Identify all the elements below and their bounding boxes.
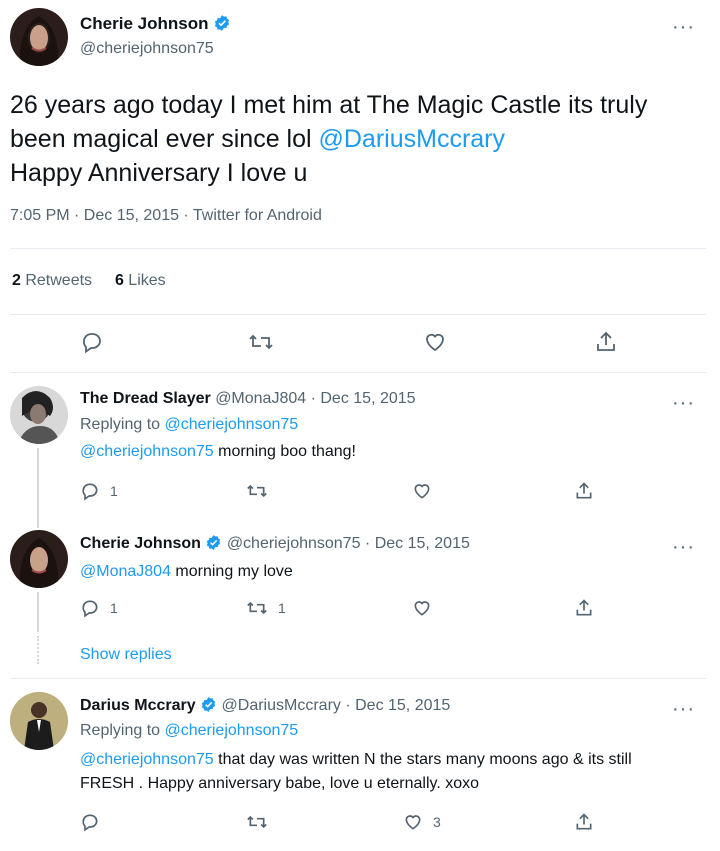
likes-label: Likes: [123, 272, 166, 289]
reply-button[interactable]: [80, 330, 104, 354]
tweet-text-tail: Happy Anniversary I love u: [10, 159, 308, 187]
retweet-button[interactable]: 1: [246, 598, 286, 618]
more-icon[interactable]: ···: [672, 17, 695, 37]
reply-button[interactable]: 1: [80, 481, 118, 501]
reply-button[interactable]: [80, 812, 110, 832]
retweet-count: 1: [278, 600, 286, 616]
retweet-icon: [247, 601, 267, 615]
share-icon: [576, 599, 592, 616]
mention-link[interactable]: @DariusMccrary: [319, 125, 506, 153]
divider: [10, 314, 706, 315]
reply-icon: [82, 600, 98, 618]
like-button[interactable]: 3: [403, 812, 441, 832]
avatar-dread-slayer[interactable]: [10, 386, 68, 444]
replying-to-label: Replying to: [80, 416, 165, 433]
retweet-button[interactable]: [248, 330, 274, 354]
reply-icon: [82, 814, 98, 832]
like-button[interactable]: [412, 481, 442, 501]
reply-handle-date[interactable]: @MonaJ804 · Dec 15, 2015: [215, 390, 415, 407]
retweet-icon: [249, 334, 273, 350]
reply-author-name[interactable]: Darius Mccrary: [80, 697, 196, 714]
reply-text-body: morning boo thang!: [213, 443, 356, 460]
like-button[interactable]: [412, 598, 442, 618]
share-icon: [576, 482, 592, 499]
like-count: 3: [433, 814, 441, 830]
reply-button[interactable]: 1: [80, 598, 118, 618]
retweet-icon: [247, 815, 267, 829]
reply-text: @cheriejohnson75 morning boo thang!: [80, 440, 356, 464]
reply-icon: [83, 333, 101, 354]
divider: [10, 678, 706, 679]
reply-count: 1: [110, 483, 118, 499]
share-button[interactable]: [574, 598, 594, 618]
tweet-timestamp[interactable]: 7:05 PM · Dec 15, 2015 · Twitter for And…: [10, 207, 322, 225]
like-button[interactable]: [423, 330, 447, 354]
reply-author-name[interactable]: The Dread Slayer: [80, 390, 211, 407]
avatar-cherie-johnson[interactable]: [10, 8, 68, 66]
replying-to-link[interactable]: @cheriejohnson75: [165, 416, 299, 433]
thread-line: [37, 448, 39, 528]
retweets-stat[interactable]: 2 Retweets: [12, 272, 92, 289]
replying-to-link[interactable]: @cheriejohnson75: [165, 722, 299, 739]
show-replies-link[interactable]: Show replies: [80, 646, 172, 664]
author-handle[interactable]: @cheriejohnson75: [80, 40, 214, 58]
replying-to: Replying to @cheriejohnson75: [80, 416, 298, 434]
share-button[interactable]: [594, 330, 618, 354]
share-button[interactable]: [574, 812, 594, 832]
likes-stat[interactable]: 6 Likes: [115, 272, 166, 289]
share-icon: [597, 331, 615, 351]
verified-badge-icon: [201, 697, 216, 712]
share-icon: [576, 813, 592, 830]
mention-link[interactable]: @cheriejohnson75: [80, 751, 214, 768]
share-button[interactable]: [574, 481, 594, 501]
avatar-darius-mccrary[interactable]: [10, 692, 68, 750]
more-icon[interactable]: ···: [672, 699, 695, 719]
reply-text-body: morning my love: [170, 563, 293, 580]
reply-header: The Dread Slayer @MonaJ804 · Dec 15, 201…: [80, 390, 416, 408]
reply-header: Cherie Johnson @cheriejohnson75 · Dec 15…: [80, 534, 470, 553]
tweet-stats: 2 Retweets 6 Likes: [12, 272, 166, 290]
reply-count: 1: [110, 600, 118, 616]
retweets-count: 2: [12, 272, 21, 289]
like-icon: [405, 815, 421, 830]
like-icon: [414, 484, 430, 499]
reply-text: @MonaJ804 morning my love: [80, 560, 293, 584]
more-icon[interactable]: ···: [672, 537, 695, 557]
reply-handle-date[interactable]: @cheriejohnson75 · Dec 15, 2015: [227, 535, 470, 552]
retweet-button[interactable]: [246, 481, 278, 501]
likes-count: 6: [114, 272, 124, 289]
divider: [10, 248, 706, 249]
avatar-cherie-johnson[interactable]: [10, 530, 68, 588]
tweet-text: 26 years ago today I met him at The Magi…: [10, 88, 700, 190]
thread-dotted-line: [37, 636, 39, 664]
replying-to: Replying to @cheriejohnson75: [80, 722, 298, 740]
reply-handle-date[interactable]: @DariusMccrary · Dec 15, 2015: [222, 697, 451, 714]
replying-to-label: Replying to: [80, 722, 165, 739]
verified-badge-icon: [215, 15, 230, 31]
reply-author-name[interactable]: Cherie Johnson: [80, 535, 201, 552]
divider: [10, 372, 706, 373]
like-icon: [414, 601, 430, 616]
mention-link[interactable]: @cheriejohnson75: [80, 443, 214, 460]
thread-line: [37, 592, 39, 632]
more-icon[interactable]: ···: [672, 393, 695, 413]
reply-header: Darius Mccrary @DariusMccrary · Dec 15, …: [80, 696, 450, 715]
retweet-icon: [247, 484, 267, 498]
author-name[interactable]: Cherie Johnson: [80, 14, 231, 34]
retweets-label: Retweets: [20, 272, 93, 289]
like-icon: [426, 333, 444, 352]
reply-text: @cheriejohnson75 that day was written N …: [80, 748, 690, 796]
verified-badge-icon: [207, 535, 221, 550]
retweet-button[interactable]: [246, 812, 278, 832]
author-name-text[interactable]: Cherie Johnson: [80, 14, 208, 33]
reply-icon: [82, 483, 98, 501]
mention-link[interactable]: @MonaJ804: [80, 563, 171, 580]
